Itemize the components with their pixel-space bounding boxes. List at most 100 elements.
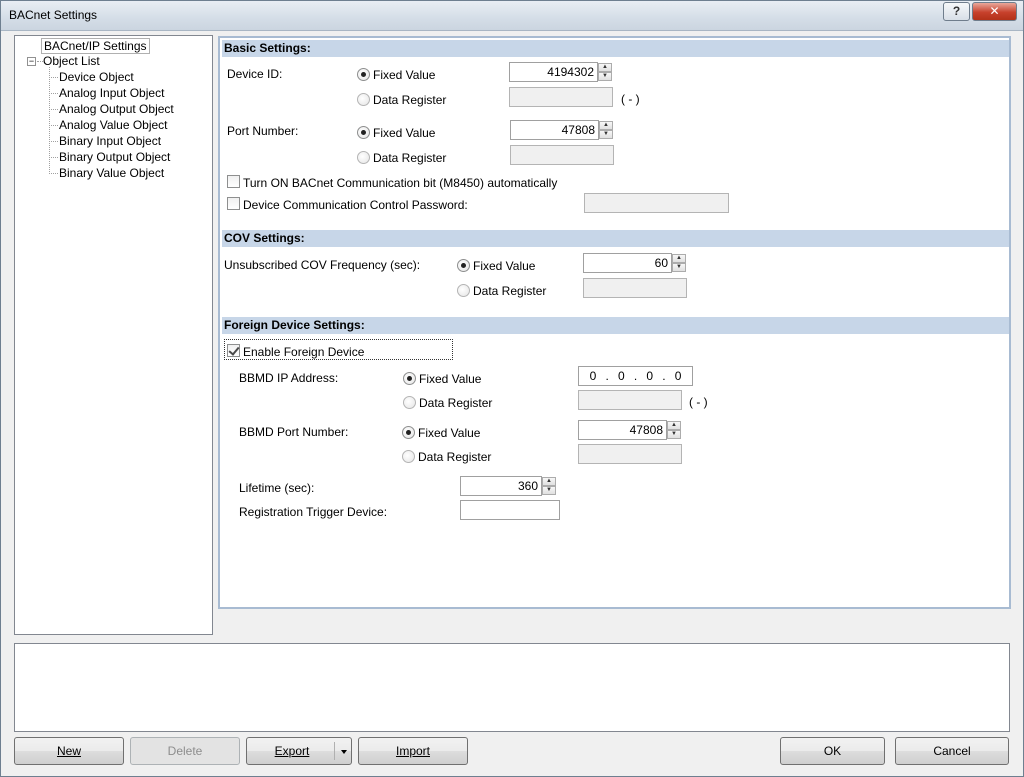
cov-frequency-label: Unsubscribed COV Frequency (sec): [224, 258, 421, 272]
device-id-register-input[interactable] [509, 87, 613, 107]
tree-item-analog-input-object[interactable]: Analog Input Object [59, 86, 164, 100]
bbmd-ip-register-input[interactable] [578, 390, 682, 410]
tree-item-analog-output-object[interactable]: Analog Output Object [59, 102, 174, 116]
spin-down-icon[interactable]: ▼ [672, 263, 686, 272]
cancel-button[interactable]: Cancel [895, 737, 1009, 765]
tree-connector [49, 173, 58, 174]
spin-down-icon[interactable]: ▼ [667, 430, 681, 439]
enable-foreign-device-checkbox[interactable] [227, 344, 240, 357]
ip-dot: . [605, 369, 609, 383]
tree-item-binary-value-object[interactable]: Binary Value Object [59, 166, 164, 180]
bbmd-ip-fixed-radio[interactable] [403, 372, 416, 385]
password-input[interactable] [584, 193, 729, 213]
spin-down-icon[interactable]: ▼ [598, 72, 612, 81]
spin-up-icon[interactable]: ▲ [542, 477, 556, 486]
registration-trigger-input[interactable] [460, 500, 560, 520]
lifetime-spinner[interactable]: ▲ ▼ [542, 477, 556, 495]
cov-settings-header: COV Settings: [222, 230, 1009, 247]
delete-button[interactable]: Delete [130, 737, 240, 765]
cov-register-radio[interactable] [457, 284, 470, 297]
device-id-fixed-label[interactable]: Fixed Value [373, 68, 435, 82]
settings-panel: Basic Settings: Device ID: Fixed Value 4… [218, 36, 1011, 609]
new-button-label: New [56, 744, 81, 758]
spin-down-icon[interactable]: ▼ [599, 130, 613, 139]
bbmd-port-label: BBMD Port Number: [239, 425, 349, 439]
tree-item-object-list[interactable]: Object List [43, 54, 100, 68]
spin-up-icon[interactable]: ▲ [598, 63, 612, 72]
tree-item-bacnet-ip-settings[interactable]: BACnet/IP Settings [41, 38, 150, 54]
registration-trigger-label: Registration Trigger Device: [239, 505, 388, 519]
close-button[interactable]: ✕ [972, 2, 1017, 21]
bbmd-port-input[interactable]: 47808 [578, 420, 667, 440]
bbmd-port-fixed-radio[interactable] [402, 426, 415, 439]
port-register-radio[interactable] [357, 151, 370, 164]
collapse-icon[interactable]: − [27, 57, 36, 66]
export-button[interactable]: Export [246, 737, 352, 765]
cancel-button-label: Cancel [933, 744, 971, 758]
foreign-device-header: Foreign Device Settings: [222, 317, 1009, 334]
port-register-input[interactable] [510, 145, 614, 165]
basic-settings-header: Basic Settings: [222, 40, 1009, 57]
tree-item-device-object[interactable]: Device Object [59, 70, 134, 84]
spin-down-icon[interactable]: ▼ [542, 486, 556, 495]
port-fixed-radio[interactable] [357, 126, 370, 139]
bbmd-ip-label: BBMD IP Address: [239, 371, 339, 385]
tree-connector [49, 157, 58, 158]
password-label[interactable]: Device Communication Control Password: [243, 198, 468, 212]
ip-octet: 0 [674, 369, 682, 383]
split-divider [334, 742, 335, 760]
device-id-register-label[interactable]: Data Register [373, 93, 446, 107]
bbmd-port-register-label[interactable]: Data Register [418, 450, 491, 464]
comm-bit-checkbox[interactable] [227, 175, 240, 188]
tree-item-analog-value-object[interactable]: Analog Value Object [59, 118, 168, 132]
cov-register-label[interactable]: Data Register [473, 284, 546, 298]
port-fixed-label[interactable]: Fixed Value [373, 126, 435, 140]
cov-register-input[interactable] [583, 278, 687, 298]
device-id-spinner[interactable]: ▲ ▼ [598, 63, 612, 81]
bbmd-port-fixed-label[interactable]: Fixed Value [418, 426, 480, 440]
dropdown-arrow-icon[interactable] [341, 750, 347, 754]
port-register-label[interactable]: Data Register [373, 151, 446, 165]
comm-bit-label[interactable]: Turn ON BACnet Communication bit (M8450)… [243, 176, 557, 190]
device-id-register-radio[interactable] [357, 93, 370, 106]
title-bar[interactable]: BACnet Settings ? ✕ [1, 1, 1023, 31]
bbmd-port-register-radio[interactable] [402, 450, 415, 463]
lifetime-label: Lifetime (sec): [239, 481, 315, 495]
ip-dot: . [662, 369, 666, 383]
lifetime-input[interactable]: 360 [460, 476, 542, 496]
new-button[interactable]: New [14, 737, 124, 765]
tree-item-binary-input-object[interactable]: Binary Input Object [59, 134, 161, 148]
bbmd-port-spinner[interactable]: ▲ ▼ [667, 421, 681, 439]
cov-fixed-radio[interactable] [457, 259, 470, 272]
cov-fixed-label[interactable]: Fixed Value [473, 259, 535, 273]
device-id-fixed-radio[interactable] [357, 68, 370, 81]
device-id-input[interactable]: 4194302 [509, 62, 598, 82]
bbmd-port-register-input[interactable] [578, 444, 682, 464]
bbmd-ip-fixed-label[interactable]: Fixed Value [419, 372, 481, 386]
cov-frequency-spinner[interactable]: ▲ ▼ [672, 254, 686, 272]
ip-octet: 0 [589, 369, 597, 383]
bbmd-ip-input[interactable]: 0 . 0 . 0 . 0 [578, 366, 693, 386]
spin-up-icon[interactable]: ▲ [667, 421, 681, 430]
tree-connector [49, 109, 58, 110]
ok-button[interactable]: OK [780, 737, 885, 765]
export-button-label: Export [274, 744, 310, 758]
import-button[interactable]: Import [358, 737, 468, 765]
tree-connector [49, 77, 58, 78]
tree-item-binary-output-object[interactable]: Binary Output Object [59, 150, 170, 164]
ip-octet: 0 [617, 369, 625, 383]
enable-foreign-device-label[interactable]: Enable Foreign Device [243, 345, 364, 359]
bbmd-ip-register-label[interactable]: Data Register [419, 396, 492, 410]
window-title: BACnet Settings [9, 8, 98, 22]
ip-dot: . [633, 369, 638, 383]
bacnet-settings-dialog: BACnet Settings ? ✕ BACnet/IP Settings −… [0, 0, 1024, 777]
bbmd-ip-register-radio[interactable] [403, 396, 416, 409]
help-button[interactable]: ? [943, 2, 970, 21]
port-number-spinner[interactable]: ▲ ▼ [599, 121, 613, 139]
cov-frequency-input[interactable]: 60 [583, 253, 672, 273]
spin-up-icon[interactable]: ▲ [672, 254, 686, 263]
port-number-input[interactable]: 47808 [510, 120, 599, 140]
spin-up-icon[interactable]: ▲ [599, 121, 613, 130]
password-checkbox[interactable] [227, 197, 240, 210]
tree-connector [49, 125, 58, 126]
